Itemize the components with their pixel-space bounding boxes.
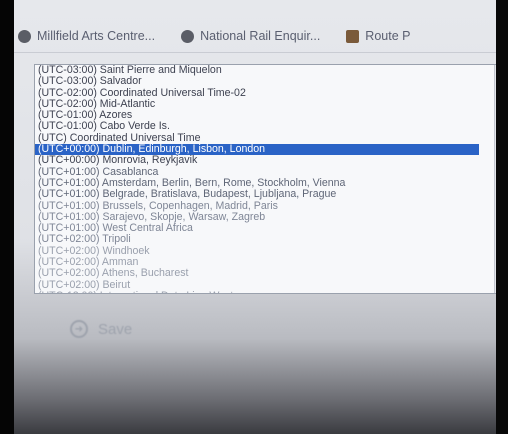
timezone-option[interactable]: (UTC+01:00) Brussels, Copenhagen, Madrid…: [35, 201, 479, 212]
divider: [14, 52, 496, 53]
photo-frame: Millfield Arts Centre... National Rail E…: [0, 0, 508, 434]
bookmark-label: Route P: [365, 29, 411, 43]
timezone-option[interactable]: (UTC+01:00) Casablanca: [35, 167, 479, 178]
timezone-options: (UTC-03:00) Saint Pierre and Miquelon (UT…: [35, 65, 479, 293]
timezone-option[interactable]: (UTC-01:00) Azores: [35, 110, 479, 121]
arrow-circle-icon: ➜: [70, 320, 88, 338]
monitor-bezel-left: [0, 0, 14, 434]
globe-icon: [181, 29, 195, 43]
image-icon: [346, 29, 360, 43]
timezone-option[interactable]: (UTC+02:00) Amman: [35, 257, 479, 268]
timezone-option[interactable]: (UTC+02:00) Beirut: [35, 280, 479, 291]
timezone-option[interactable]: (UTC+01:00) Sarajevo, Skopje, Warsaw, Za…: [35, 212, 479, 223]
timezone-option[interactable]: (UTC+00:00) Monrovia, Reykjavik: [35, 155, 479, 166]
browser-screen: Millfield Arts Centre... National Rail E…: [14, 0, 496, 434]
bookmark-route[interactable]: Route P: [346, 29, 410, 43]
timezone-option[interactable]: (UTC+01:00) Belgrade, Bratislava, Budape…: [35, 189, 479, 200]
monitor-bezel-right: [496, 0, 508, 434]
timezone-option[interactable]: (UTC+02:00) Athens, Bucharest: [35, 268, 479, 279]
timezone-option[interactable]: (UTC+02:00) Tripoli: [35, 234, 479, 245]
timezone-option[interactable]: (UTC+02:00) Windhoek: [35, 246, 479, 257]
bookmark-national-rail[interactable]: National Rail Enquir...: [181, 29, 320, 43]
timezone-option[interactable]: (UTC-03:00) Salvador: [35, 76, 479, 87]
timezone-option[interactable]: (UTC-12:00) International Date Line West: [35, 291, 479, 293]
timezone-option[interactable]: (UTC+00:00) Dublin, Edinburgh, Lisbon, L…: [35, 144, 479, 156]
timezone-option[interactable]: (UTC-02:00) Mid-Atlantic: [35, 99, 479, 110]
bookmark-label: Millfield Arts Centre...: [37, 29, 156, 43]
timezone-option[interactable]: (UTC-02:00) Coordinated Universal Time-0…: [35, 88, 479, 99]
bookmark-millfield[interactable]: Millfield Arts Centre...: [18, 29, 155, 43]
timezone-option[interactable]: (UTC+01:00) Amsterdam, Berlin, Bern, Rom…: [35, 178, 479, 189]
bookmarks-bar: Millfield Arts Centre... National Rail E…: [14, 22, 496, 50]
timezone-option[interactable]: (UTC+01:00) West Central Africa: [35, 223, 479, 234]
timezone-listbox[interactable]: (UTC-03:00) Saint Pierre and Miquelon (UT…: [34, 64, 496, 294]
bookmark-label: National Rail Enquir...: [200, 29, 321, 43]
save-button[interactable]: ➜ Save: [70, 320, 132, 338]
globe-icon: [18, 29, 31, 43]
timezone-option[interactable]: (UTC) Coordinated Universal Time: [35, 133, 479, 144]
timezone-option[interactable]: (UTC-01:00) Cabo Verde Is.: [35, 121, 479, 132]
save-label: Save: [98, 320, 133, 338]
timezone-option[interactable]: (UTC-03:00) Saint Pierre and Miquelon: [35, 65, 479, 76]
